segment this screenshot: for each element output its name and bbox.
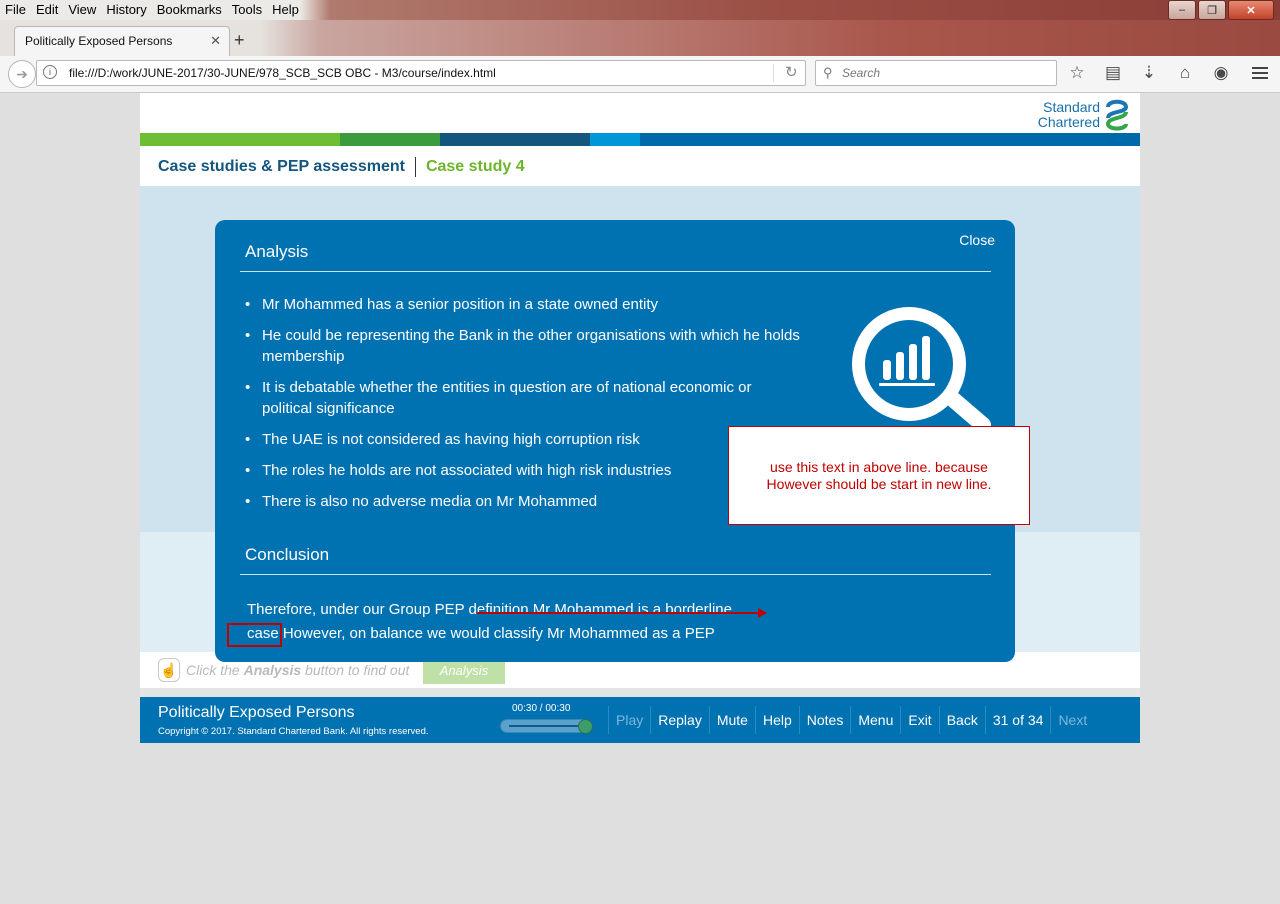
menu-bar: File Edit View History Bookmarks Tools H… [0, 0, 1280, 20]
player-footer: Politically Exposed Persons Copyright © … [140, 697, 1140, 743]
back-button[interactable]: Back [938, 706, 985, 734]
color-stripe-segment [640, 133, 1140, 146]
analysis-bullet: He could be representing the Bank in the… [245, 325, 805, 367]
review-comment-box: use this text in above line. because How… [728, 426, 1030, 525]
pocket-icon[interactable]: ◉ [1210, 62, 1232, 84]
new-tab-button[interactable]: + [234, 30, 245, 51]
analysis-rule [240, 271, 991, 272]
logo-line-2: Chartered [1037, 114, 1100, 130]
menu-help[interactable]: Help [267, 2, 304, 18]
review-comment-line-1: use this text in above line. because [770, 458, 988, 475]
analysis-bullet: The UAE is not considered as having high… [245, 429, 805, 450]
search-placeholder: Search [842, 66, 881, 80]
color-stripe-segment [590, 133, 640, 146]
reload-icon[interactable]: ↻ [785, 63, 798, 81]
tab-close-icon[interactable]: ✕ [210, 33, 221, 49]
review-highlight-box [227, 623, 282, 647]
nav-bar: ➔ i file:///D:/work/JUNE-2017/30-JUNE/97… [0, 56, 1280, 93]
menu-edit[interactable]: Edit [31, 2, 63, 18]
color-stripe [140, 133, 1140, 146]
instruction-text: Click the Analysis button to find out [186, 662, 409, 678]
url-text[interactable]: file:///D:/work/JUNE-2017/30-JUNE/978_SC… [69, 66, 496, 80]
analysis-list: Mr Mohammed has a senior position in a s… [245, 294, 805, 522]
info-icon[interactable]: i [43, 65, 57, 79]
conclusion-text: Therefore, under our Group PEP definitio… [247, 598, 787, 646]
menu-button[interactable]: Menu [850, 706, 900, 734]
breadcrumb: Case studies & PEP assessment Case study… [158, 157, 525, 177]
time-readout: 00:30 / 00:30 [512, 703, 571, 714]
progress-knob[interactable] [578, 719, 593, 734]
help-button[interactable]: Help [754, 706, 799, 734]
footer-divider [140, 688, 1140, 697]
review-comment-line-2: However should be start in new line. [766, 475, 992, 492]
logo-mark-icon [1105, 99, 1129, 131]
reading-list-icon[interactable]: ▤ [1102, 62, 1124, 84]
conclusion-heading: Conclusion [245, 545, 330, 564]
next-button[interactable]: Next [1050, 706, 1094, 734]
instruction-pre: Click the [186, 662, 244, 678]
conclusion-line-2: case However, on balance we would classi… [247, 625, 715, 642]
color-stripe-segment [440, 133, 590, 146]
analysis-bullet: Mr Mohammed has a senior position in a s… [245, 294, 805, 315]
window-close-button[interactable]: ✕ [1228, 0, 1274, 20]
color-stripe-segment [140, 133, 340, 146]
conclusion-line-1: Therefore, under our Group PEP definitio… [247, 601, 732, 618]
tab-strip: Politically Exposed Persons ✕ + [0, 20, 1280, 57]
menu-tools[interactable]: Tools [227, 2, 267, 18]
breadcrumb-divider [414, 157, 416, 177]
notes-button[interactable]: Notes [798, 706, 851, 734]
progress-track [509, 725, 585, 727]
hamburger-menu-icon[interactable] [1252, 64, 1268, 82]
analysis-bullet: There is also no adverse media on Mr Moh… [245, 491, 805, 512]
menu-view[interactable]: View [63, 2, 101, 18]
tab-title: Politically Exposed Persons [25, 34, 173, 48]
search-icon: ⚲ [823, 65, 833, 80]
hand-pointer-icon: ☝ [158, 658, 180, 682]
minimize-button[interactable]: – [1168, 0, 1196, 20]
exit-button[interactable]: Exit [900, 706, 938, 734]
modal-close-button[interactable]: Close [959, 232, 995, 248]
download-icon[interactable]: ⇣ [1138, 62, 1160, 84]
logo-line-1: Standard [1043, 99, 1100, 115]
url-separator [773, 64, 774, 82]
analysis-bullet: The roles he holds are not associated wi… [245, 460, 805, 481]
course-title: Politically Exposed Persons [158, 704, 355, 721]
back-arrow-icon[interactable]: ➔ [8, 60, 36, 88]
restore-button[interactable]: ❐ [1198, 0, 1226, 20]
analysis-bullet: It is debatable whether the entities in … [245, 377, 805, 419]
page-counter: 31 of 34 [984, 706, 1051, 734]
url-bar[interactable]: i file:///D:/work/JUNE-2017/30-JUNE/978_… [36, 60, 806, 86]
menu-file[interactable]: File [0, 2, 31, 18]
course-stage: Standard Chartered Case studies & PEP as… [140, 93, 1140, 743]
breadcrumb-topic: Case studies & PEP assessment [158, 158, 405, 175]
play-button[interactable]: Play [608, 706, 650, 734]
magnifier-chart-icon [852, 307, 991, 430]
color-stripe-segment [340, 133, 440, 146]
review-arrow-head [758, 608, 767, 618]
menu-history[interactable]: History [101, 2, 151, 18]
copyright-text: Copyright © 2017. Standard Chartered Ban… [158, 726, 429, 737]
menu-bookmarks[interactable]: Bookmarks [152, 2, 227, 18]
breadcrumb-section: Case study 4 [425, 158, 525, 175]
instruction-bold: Analysis [243, 662, 302, 678]
conclusion-rule [240, 574, 991, 575]
replay-button[interactable]: Replay [650, 706, 709, 734]
standard-chartered-logo: Standard Chartered [1038, 97, 1130, 133]
review-arrow-line [477, 612, 759, 614]
analysis-heading: Analysis [245, 242, 309, 261]
progress-slider[interactable] [500, 719, 593, 734]
home-icon[interactable]: ⌂ [1174, 62, 1196, 84]
browser-tab[interactable]: Politically Exposed Persons ✕ [14, 26, 230, 57]
instruction-post: button to find out [301, 662, 410, 678]
search-input[interactable]: ⚲ Search [815, 60, 1057, 86]
mute-button[interactable]: Mute [708, 706, 755, 734]
bookmark-star-icon[interactable]: ☆ [1066, 62, 1088, 84]
